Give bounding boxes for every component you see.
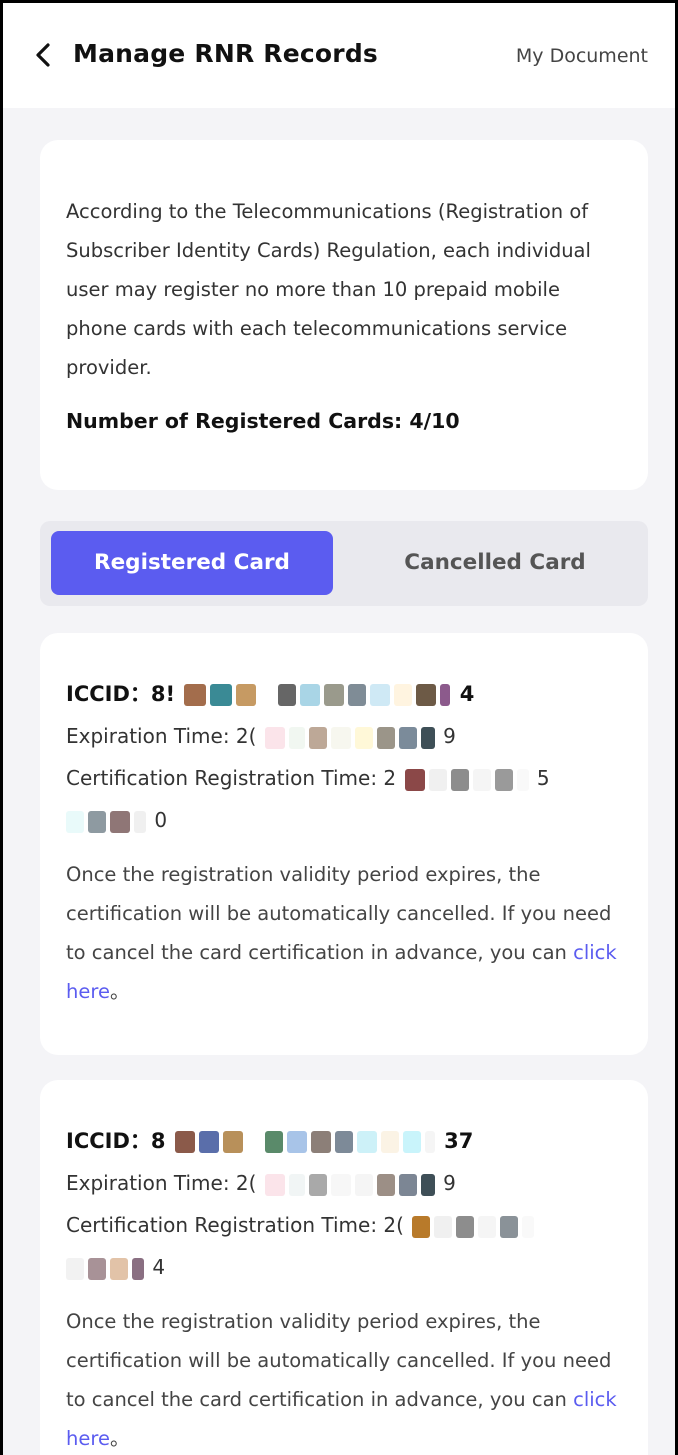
top-bar: Manage RNR Records My Document (3, 3, 675, 108)
registered-card-item: ICCID：8 37 Expiration Time: 2( 9 Certifi… (40, 1080, 648, 1455)
cancellation-note: Once the registration validity period ex… (66, 1302, 622, 1455)
registration-value-end: 5 (536, 766, 550, 790)
regulation-info-card: According to the Telecommunications (Reg… (40, 140, 648, 490)
expiration-masked-value (263, 1171, 443, 1196)
registration-label: Certification Registration Time: (66, 766, 384, 790)
registration-masked-value (403, 766, 537, 791)
cancellation-note: Once the registration validity period ex… (66, 855, 622, 1011)
card-status-tabs: Registered Card Cancelled Card (40, 521, 648, 606)
cancellation-note-text: Once the registration validity period ex… (66, 1310, 612, 1411)
registration-line2-end: 0 (154, 808, 168, 832)
expiration-row: Expiration Time: 2( 9 (66, 715, 622, 757)
iccid-label: ICCID： (66, 1129, 151, 1153)
expiration-value-start: 2( (235, 1171, 257, 1195)
iccid-row: ICCID：8 37 (66, 1120, 622, 1162)
iccid-masked-value (182, 682, 459, 706)
registration-masked-value-line2 (66, 808, 154, 833)
registration-value-start: 2( (383, 1213, 404, 1237)
iccid-masked-value (173, 1129, 444, 1153)
iccid-value-end: 4 (459, 682, 475, 706)
registered-card-count: Number of Registered Cards: 4/10 (66, 409, 460, 433)
tab-registered-card[interactable]: Registered Card (51, 531, 333, 595)
iccid-value-start: 8 (150, 1129, 166, 1153)
chevron-left-icon[interactable] (33, 43, 55, 67)
expiration-value-end: 9 (443, 1171, 456, 1195)
app-frame: Manage RNR Records My Document According… (0, 0, 678, 1455)
expiration-label: Expiration Time: (66, 1171, 236, 1195)
regulation-description: According to the Telecommunications (Reg… (66, 200, 591, 379)
note-suffix: 。 (109, 1427, 130, 1450)
expiration-masked-value (263, 724, 443, 749)
registration-label: Certification Registration Time: (66, 1213, 384, 1237)
registration-time-row: Certification Registration Time: 2( (66, 1204, 622, 1246)
registration-masked-value-line2 (66, 1255, 152, 1280)
iccid-value-end: 37 (444, 1129, 474, 1153)
expiration-value-end: 9 (443, 724, 456, 748)
my-document-link[interactable]: My Document (516, 45, 648, 67)
page-title: Manage RNR Records (73, 39, 379, 68)
expiration-value-start: 2( (235, 724, 257, 748)
expiration-row: Expiration Time: 2( 9 (66, 1162, 622, 1204)
registration-time-row-continued: 4 (66, 1246, 622, 1288)
tab-cancelled-card[interactable]: Cancelled Card (354, 531, 636, 595)
cancellation-note-text: Once the registration validity period ex… (66, 863, 612, 964)
expiration-label: Expiration Time: (66, 724, 236, 748)
registration-masked-value (410, 1213, 536, 1238)
registration-line2-end: 4 (152, 1255, 166, 1279)
note-suffix: 。 (109, 980, 130, 1003)
iccid-label: ICCID： (66, 682, 151, 706)
registration-time-row-continued: 0 (66, 799, 622, 841)
registered-card-item: ICCID：8! 4 Expiration Time: 2( 9 Certifi… (40, 633, 648, 1055)
registration-value-start: 2 (383, 766, 397, 790)
registration-time-row: Certification Registration Time: 2 5 (66, 757, 622, 799)
iccid-row: ICCID：8! 4 (66, 673, 622, 715)
iccid-value-start: 8! (150, 682, 176, 706)
